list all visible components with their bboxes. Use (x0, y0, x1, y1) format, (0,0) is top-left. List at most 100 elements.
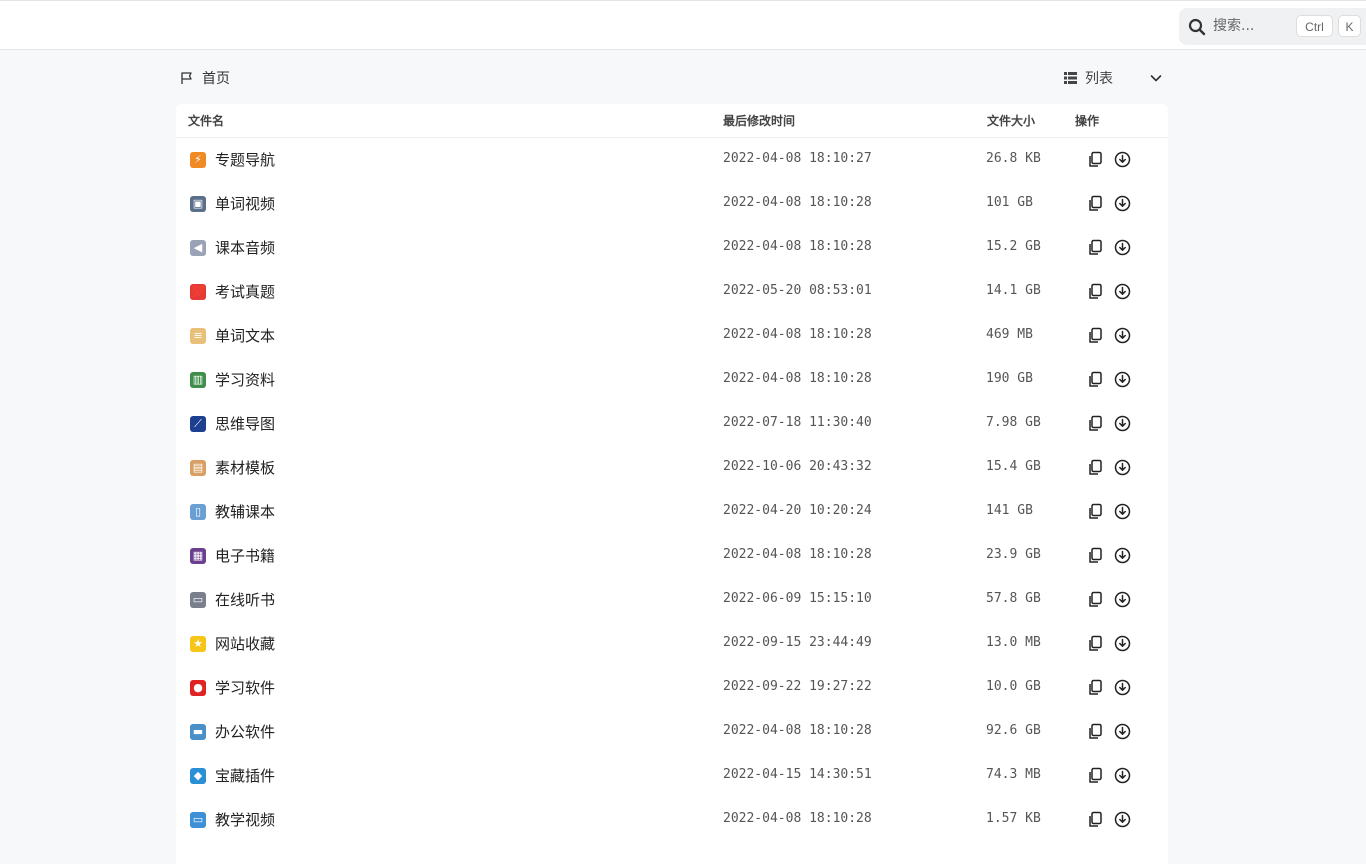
download-icon[interactable] (1114, 679, 1131, 696)
header-name[interactable]: 文件名 (188, 112, 224, 129)
table-row[interactable]: ● 学习软件 2022-09-22 19:27:22 10.0 GB (176, 666, 1168, 710)
kbd-k: K (1338, 15, 1361, 37)
file-name[interactable]: 课本音频 (215, 238, 275, 258)
copy-link-icon[interactable] (1087, 459, 1104, 476)
scroll-icon: ≡ (190, 328, 206, 344)
file-name[interactable]: 考试真题 (215, 282, 275, 302)
download-icon[interactable] (1114, 371, 1131, 388)
table-body: ⚡ 专题导航 2022-04-08 18:10:27 26.8 KB ▣ 单词视频 2022… (176, 138, 1168, 842)
file-modified: 2022-07-18 11:30:40 (723, 415, 872, 430)
file-name[interactable]: 宝藏插件 (215, 766, 275, 786)
download-icon[interactable] (1114, 151, 1131, 168)
file-size: 1.57 KB (986, 811, 1041, 826)
table-row[interactable]: ◀ 课本音频 2022-04-08 18:10:28 15.2 GB (176, 226, 1168, 270)
copy-link-icon[interactable] (1087, 547, 1104, 564)
file-name[interactable]: 在线听书 (215, 590, 275, 610)
copy-link-icon[interactable] (1087, 283, 1104, 300)
breadcrumb-label: 首页 (202, 71, 230, 87)
file-name[interactable]: 网站收藏 (215, 634, 275, 654)
file-name[interactable]: 电子书籍 (215, 546, 275, 566)
file-size: 57.8 GB (986, 591, 1041, 606)
copy-link-icon[interactable] (1087, 767, 1104, 784)
open-book-icon: ▯ (190, 504, 206, 520)
speaker-icon: ◀ (190, 240, 206, 256)
download-icon[interactable] (1114, 767, 1131, 784)
copy-link-icon[interactable] (1087, 195, 1104, 212)
download-icon[interactable] (1114, 503, 1131, 520)
table-row[interactable]: ▯ 教辅课本 2022-04-20 10:20:24 141 GB (176, 490, 1168, 534)
copy-link-icon[interactable] (1087, 723, 1104, 740)
file-name[interactable]: 素材模板 (215, 458, 275, 478)
file-size: 13.0 MB (986, 635, 1041, 650)
file-table: 文件名 最后修改时间 文件大小 操作 ⚡ 专题导航 2022-04-08 18:10… (176, 104, 1168, 864)
download-icon[interactable] (1114, 723, 1131, 740)
copy-link-icon[interactable] (1087, 371, 1104, 388)
download-icon[interactable] (1114, 415, 1131, 432)
copy-link-icon[interactable] (1087, 327, 1104, 344)
flag-icon (181, 72, 192, 84)
search-placeholder: 搜索... (1213, 18, 1255, 34)
search-box[interactable]: 搜索... Ctrl K (1179, 8, 1366, 45)
copy-link-icon[interactable] (1087, 635, 1104, 652)
file-name[interactable]: 学习资料 (215, 370, 275, 390)
file-name[interactable]: 教学视频 (215, 810, 275, 830)
file-name[interactable]: 学习软件 (215, 678, 275, 698)
table-row[interactable]: ▥ 学习资料 2022-04-08 18:10:28 190 GB (176, 358, 1168, 402)
table-row[interactable]: ▣ 单词视频 2022-04-08 18:10:28 101 GB (176, 182, 1168, 226)
file-size: 10.0 GB (986, 679, 1041, 694)
star-icon: ★ (190, 636, 206, 652)
file-modified: 2022-04-08 18:10:28 (723, 195, 872, 210)
table-row[interactable]: 💯 考试真题 2022-05-20 08:53:01 14.1 GB (176, 270, 1168, 314)
table-row[interactable]: ▭ 教学视频 2022-04-08 18:10:28 1.57 KB (176, 798, 1168, 842)
table-row[interactable]: ▤ 素材模板 2022-10-06 20:43:32 15.4 GB (176, 446, 1168, 490)
table-row[interactable]: ≡ 单词文本 2022-04-08 18:10:28 469 MB (176, 314, 1168, 358)
view-selector[interactable]: 列表 (1064, 69, 1163, 87)
copy-link-icon[interactable] (1087, 811, 1104, 828)
download-icon[interactable] (1114, 547, 1131, 564)
download-icon[interactable] (1114, 635, 1131, 652)
file-modified: 2022-04-08 18:10:28 (723, 811, 872, 826)
copy-link-icon[interactable] (1087, 679, 1104, 696)
file-name[interactable]: 办公软件 (215, 722, 275, 742)
copy-link-icon[interactable] (1087, 591, 1104, 608)
table-row[interactable]: ★ 网站收藏 2022-09-15 23:44:49 13.0 MB (176, 622, 1168, 666)
clipboard-icon: ▤ (190, 460, 206, 476)
download-icon[interactable] (1114, 239, 1131, 256)
file-name[interactable]: 单词文本 (215, 326, 275, 346)
gem-icon: ◆ (190, 768, 206, 784)
file-name[interactable]: 教辅课本 (215, 502, 275, 522)
radio-icon: ▭ (190, 592, 206, 608)
file-name[interactable]: 单词视频 (215, 194, 275, 214)
file-size: 23.9 GB (986, 547, 1041, 562)
table-row[interactable]: ◆ 宝藏插件 2022-04-15 14:30:51 74.3 MB (176, 754, 1168, 798)
notebook-icon: ▦ (190, 548, 206, 564)
file-name[interactable]: 专题导航 (215, 150, 275, 170)
table-row[interactable]: ▦ 电子书籍 2022-04-08 18:10:28 23.9 GB (176, 534, 1168, 578)
download-icon[interactable] (1114, 283, 1131, 300)
copy-link-icon[interactable] (1087, 503, 1104, 520)
download-icon[interactable] (1114, 195, 1131, 212)
download-icon[interactable] (1114, 327, 1131, 344)
download-icon[interactable] (1114, 591, 1131, 608)
laptop-icon: ▬ (190, 724, 206, 740)
file-name[interactable]: 思维导图 (215, 414, 275, 434)
download-icon[interactable] (1114, 811, 1131, 828)
download-icon[interactable] (1114, 459, 1131, 476)
table-row[interactable]: ⟋ 思维导图 2022-07-18 11:30:40 7.98 GB (176, 402, 1168, 446)
copy-link-icon[interactable] (1087, 415, 1104, 432)
header-ops: 操作 (1075, 114, 1100, 128)
television-icon: ▣ (190, 196, 206, 212)
header-size[interactable]: 文件大小 (987, 112, 1035, 129)
table-row[interactable]: ⚡ 专题导航 2022-04-08 18:10:27 26.8 KB (176, 138, 1168, 182)
breadcrumb-home[interactable]: 首页 (180, 69, 230, 87)
file-modified: 2022-05-20 08:53:01 (723, 283, 872, 298)
file-size: 26.8 KB (986, 151, 1041, 166)
copy-link-icon[interactable] (1087, 239, 1104, 256)
table-row[interactable]: ▬ 办公软件 2022-04-08 18:10:28 92.6 GB (176, 710, 1168, 754)
chevron-down-icon[interactable] (1149, 71, 1163, 85)
file-size: 141 GB (986, 503, 1033, 518)
copy-link-icon[interactable] (1087, 151, 1104, 168)
file-size: 92.6 GB (986, 723, 1041, 738)
header-modified[interactable]: 最后修改时间 (723, 112, 795, 129)
table-row[interactable]: ▭ 在线听书 2022-06-09 15:15:10 57.8 GB (176, 578, 1168, 622)
